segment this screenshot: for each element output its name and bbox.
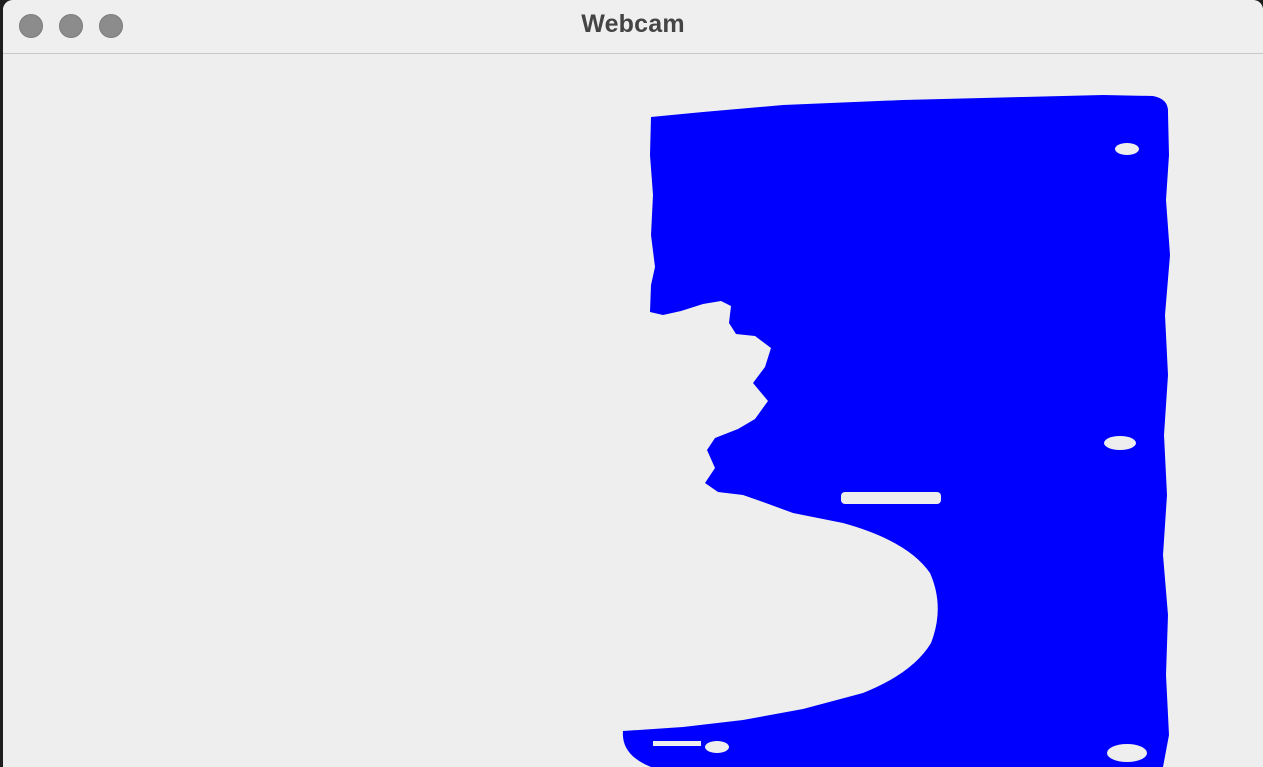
title-bar[interactable]: Webcam	[3, 0, 1263, 54]
mask-hole	[705, 741, 729, 753]
window-title: Webcam	[581, 10, 685, 38]
segmentation-mask	[622, 95, 1170, 767]
mask-hole	[1104, 436, 1136, 450]
mask-hole	[841, 492, 941, 504]
webcam-frame	[3, 55, 1263, 767]
mask-hole	[1107, 744, 1147, 762]
mask-hole	[653, 741, 701, 746]
webcam-window: Webcam	[3, 0, 1263, 767]
mask-hole	[1115, 143, 1139, 155]
blue-mask-region	[622, 95, 1170, 767]
